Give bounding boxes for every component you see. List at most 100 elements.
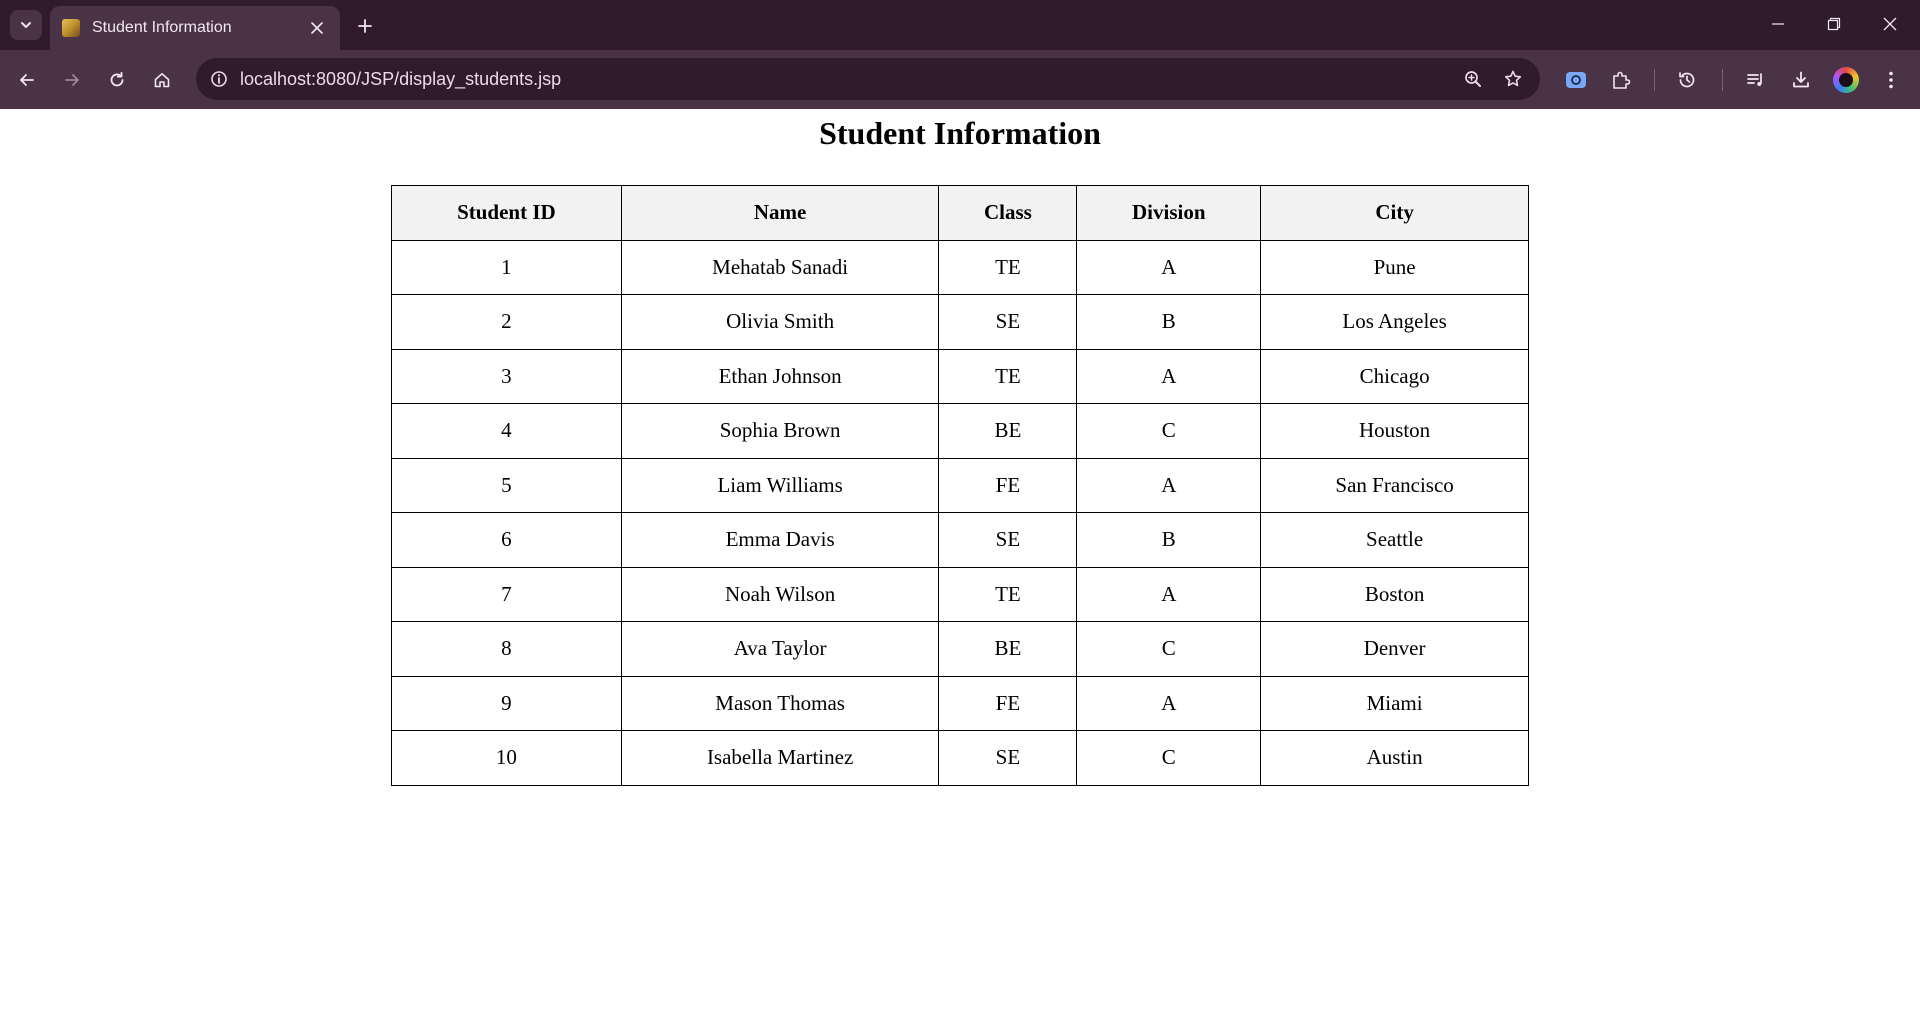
more-vertical-icon [1889,71,1893,89]
toolbar-separator [1722,69,1723,91]
name-cell: Mehatab Sanadi [620,239,940,295]
city-cell: Houston [1260,403,1529,459]
new-tab-button[interactable] [350,11,380,41]
table-row: 3 Ethan Johnson TE A Chicago [391,348,1529,404]
table-row: 9 Mason Thomas FE A Miami [391,675,1529,731]
site-info-button[interactable] [204,64,234,94]
class-cell: TE [938,348,1078,404]
city-cell: Miami [1260,675,1529,731]
table-row: 7 Noah Wilson TE A Boston [391,566,1529,622]
info-icon [211,71,227,87]
profile-button[interactable] [1829,63,1863,97]
forward-button[interactable] [56,64,88,96]
column-header-student-id: Student ID [391,185,622,241]
home-icon [154,73,170,88]
avatar [1833,67,1859,93]
url-text[interactable]: localhost:8080/JSP/display_students.jsp [240,69,1456,90]
zoom-button[interactable] [1456,62,1490,96]
name-cell: Liam Williams [620,457,940,513]
history-button[interactable] [1670,63,1704,97]
division-cell: A [1076,348,1262,404]
star-icon [1504,70,1522,87]
student-id-cell: 10 [391,730,622,786]
column-header-division: Division [1076,185,1262,241]
media-controls-button[interactable] [1739,63,1773,97]
back-button[interactable] [11,64,43,96]
table-row: 6 Emma Davis SE B Seattle [391,512,1529,568]
name-cell: Isabella Martinez [620,730,940,786]
minimize-button[interactable] [1750,4,1806,44]
student-id-cell: 4 [391,403,622,459]
class-cell: FE [938,675,1078,731]
browser-toolbar: localhost:8080/JSP/display_students.jsp [0,50,1920,109]
students-table: Student ID Name Class Division City 1 Me… [391,185,1529,786]
class-cell: TE [938,239,1078,295]
tab-search-button[interactable] [10,10,42,40]
tab-strip: Student Information [0,0,1920,50]
screen-capture-extension-button[interactable] [1559,63,1593,97]
table-row: 10 Isabella Martinez SE C Austin [391,730,1529,786]
student-id-cell: 7 [391,566,622,622]
name-cell: Emma Davis [620,512,940,568]
division-cell: B [1076,512,1262,568]
class-cell: SE [938,730,1078,786]
reload-button[interactable] [101,64,133,96]
division-cell: C [1076,621,1262,677]
city-cell: San Francisco [1260,457,1529,513]
class-cell: BE [938,621,1078,677]
downloads-button[interactable] [1784,63,1818,97]
page-title: Student Information [819,115,1101,151]
student-id-cell: 9 [391,675,622,731]
city-cell: Austin [1260,730,1529,786]
division-cell: A [1076,239,1262,295]
arrow-left-icon [20,74,34,86]
name-cell: Olivia Smith [620,294,940,350]
bookmark-button[interactable] [1496,62,1530,96]
city-cell: Boston [1260,566,1529,622]
menu-button[interactable] [1874,63,1908,97]
name-cell: Mason Thomas [620,675,940,731]
arrow-right-icon [65,74,79,86]
student-id-cell: 3 [391,348,622,404]
class-cell: SE [938,512,1078,568]
download-icon [1793,71,1809,88]
active-tab[interactable]: Student Information [50,6,340,50]
class-cell: BE [938,403,1078,459]
home-button[interactable] [146,64,178,96]
history-icon [1679,72,1695,88]
extensions-button[interactable] [1604,63,1638,97]
city-cell: Chicago [1260,348,1529,404]
tab-favicon-icon [62,19,80,37]
close-window-button[interactable] [1862,4,1918,44]
city-cell: Seattle [1260,512,1529,568]
table-row: 1 Mehatab Sanadi TE A Pune [391,239,1529,295]
close-icon [1883,17,1897,31]
zoom-in-icon [1465,71,1481,87]
chevron-down-icon [21,22,31,28]
tab-close-button[interactable] [304,15,330,41]
division-cell: B [1076,294,1262,350]
table-row: 4 Sophia Brown BE C Houston [391,403,1529,459]
division-cell: C [1076,730,1262,786]
address-bar[interactable]: localhost:8080/JSP/display_students.jsp [196,58,1540,100]
class-cell: TE [938,566,1078,622]
column-header-city: City [1260,185,1529,241]
name-cell: Ava Taylor [620,621,940,677]
restore-button[interactable] [1806,4,1862,44]
division-cell: A [1076,675,1262,731]
name-cell: Ethan Johnson [620,348,940,404]
city-cell: Los Angeles [1260,294,1529,350]
student-id-cell: 6 [391,512,622,568]
reload-icon [110,71,124,87]
student-id-cell: 2 [391,294,622,350]
toolbar-separator [1654,69,1655,91]
division-cell: C [1076,403,1262,459]
class-cell: FE [938,457,1078,513]
city-cell: Pune [1260,239,1529,295]
column-header-name: Name [620,185,940,241]
table-row: 8 Ava Taylor BE C Denver [391,621,1529,677]
page-content: Student Information Student ID Name Clas… [0,109,1920,1020]
close-icon [311,22,323,34]
puzzle-piece-icon [1613,71,1631,89]
table-header-row: Student ID Name Class Division City [391,185,1529,241]
